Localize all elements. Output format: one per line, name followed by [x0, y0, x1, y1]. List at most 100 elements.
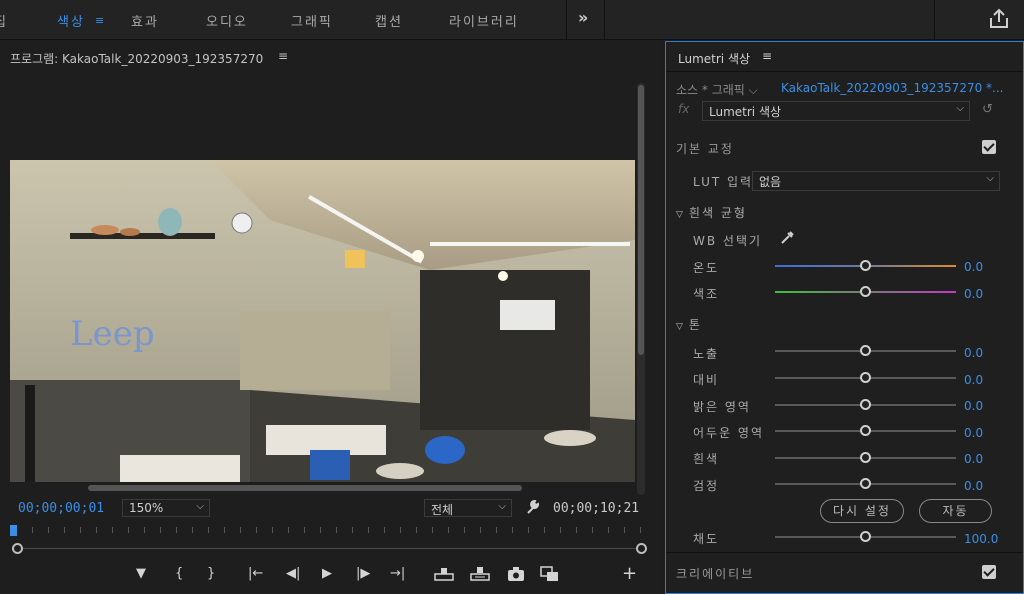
video-frame[interactable]: Leep — [10, 160, 635, 482]
creative-header[interactable]: 크리에이티브 — [676, 565, 754, 582]
whites-slider[interactable] — [775, 452, 956, 464]
tab-color[interactable]: 색상 — [57, 11, 85, 30]
chevron-down-icon: ⌵ — [498, 501, 506, 512]
source-label[interactable]: 소스 * 그래픽 ⌵ — [676, 81, 758, 98]
shadows-knob[interactable] — [860, 425, 871, 436]
mark-out-button[interactable]: } — [207, 565, 215, 583]
divider — [666, 71, 1023, 72]
tab-libraries[interactable]: 라이브러리 — [449, 11, 519, 30]
exposure-label: 노출 — [693, 347, 720, 361]
basic-correction-checkbox[interactable] — [982, 140, 996, 154]
chevron-down-icon: ⌵ — [986, 173, 994, 184]
shadows-slider[interactable] — [775, 425, 956, 437]
lift-icon[interactable] — [434, 565, 454, 583]
resolution-select[interactable]: 전체 ⌵ — [424, 499, 512, 517]
camera-icon[interactable] — [507, 565, 525, 583]
eyedropper-icon[interactable] — [779, 230, 795, 246]
tab-audio[interactable]: 오디오 — [206, 11, 248, 30]
divider — [934, 0, 935, 40]
step-back-button[interactable]: ◀| — [286, 565, 300, 583]
tab-captions[interactable]: 캡션 — [375, 11, 403, 30]
contrast-value[interactable]: 0.0 — [964, 373, 983, 387]
lut-label: LUT 입력 — [693, 175, 754, 189]
white-balance-header[interactable]: ▽ 흰색 균형 — [676, 204, 747, 221]
exposure-slider[interactable] — [775, 345, 956, 357]
tab-effects[interactable]: 효과 — [131, 11, 159, 30]
saturation-knob[interactable] — [860, 531, 871, 542]
program-menu-icon[interactable]: ≡ — [278, 49, 288, 63]
more-tabs-icon[interactable]: » — [578, 8, 588, 27]
blacks-label: 검정 — [693, 479, 720, 493]
highlights-knob[interactable] — [860, 399, 871, 410]
temperature-value[interactable]: 0.0 — [964, 260, 983, 274]
lumetri-menu-icon[interactable]: ≡ — [762, 49, 772, 63]
vertical-scrollbar-thumb[interactable] — [638, 85, 644, 355]
whites-label: 흰색 — [693, 452, 720, 466]
mark-in-button[interactable]: { — [175, 565, 183, 583]
vertical-scrollbar[interactable] — [637, 83, 645, 495]
playhead[interactable] — [10, 525, 17, 536]
reset-icon[interactable]: ↺ — [982, 102, 996, 117]
shadows-value[interactable]: 0.0 — [964, 426, 983, 440]
reset-button[interactable]: 다시 설정 — [820, 499, 904, 523]
blacks-knob[interactable] — [860, 478, 871, 489]
contrast-slider[interactable] — [775, 372, 956, 384]
program-monitor-title[interactable]: 프로그램: KakaoTalk_20220903_192357270 — [10, 50, 263, 67]
tint-slider[interactable] — [775, 286, 956, 298]
creative-checkbox[interactable] — [982, 565, 996, 579]
saturation-value[interactable]: 100.0 — [964, 532, 998, 546]
add-marker-button[interactable]: ▼ — [136, 565, 146, 583]
divider — [604, 0, 605, 40]
blacks-slider[interactable] — [775, 478, 956, 490]
current-timecode[interactable]: 00;00;00;01 — [18, 501, 104, 516]
temperature-slider[interactable] — [775, 260, 956, 272]
effect-select[interactable]: Lumetri 색상 ⌵ — [702, 101, 970, 121]
svg-text:Leep: Leep — [70, 314, 155, 354]
play-button[interactable]: ▶ — [322, 565, 332, 583]
exposure-knob[interactable] — [860, 345, 871, 356]
basic-correction-header[interactable]: 기본 교정 — [676, 140, 734, 157]
extract-icon[interactable] — [470, 565, 490, 583]
clip-name[interactable]: KakaoTalk_20220903_192357270 *... — [781, 81, 1003, 95]
source-label-text: 소스 * 그래픽 — [676, 83, 745, 97]
tint-knob[interactable] — [860, 286, 871, 297]
lut-value: 없음 — [759, 175, 782, 189]
step-forward-button[interactable]: |▶ — [356, 565, 370, 583]
tab-assembly[interactable]: 집 — [0, 11, 8, 30]
blacks-value[interactable]: 0.0 — [964, 479, 983, 493]
zoom-handle-right[interactable] — [636, 543, 647, 554]
highlights-label: 밝은 영역 — [693, 400, 751, 414]
tab-color-menu-icon[interactable]: ≡ — [95, 14, 104, 27]
wrench-icon[interactable] — [526, 499, 540, 515]
highlights-value[interactable]: 0.0 — [964, 399, 983, 413]
compare-view-icon[interactable] — [540, 565, 560, 583]
saturation-slider[interactable] — [775, 531, 956, 543]
auto-button[interactable]: 자동 — [919, 499, 992, 523]
temperature-label: 온도 — [693, 261, 720, 275]
time-ruler[interactable] — [10, 525, 650, 541]
tint-value[interactable]: 0.0 — [964, 287, 983, 301]
tab-graphics[interactable]: 그래픽 — [291, 11, 333, 30]
horizontal-scrollbar[interactable] — [88, 485, 522, 491]
go-to-in-button[interactable]: |← — [248, 565, 263, 583]
tone-header[interactable]: ▽ 톤 — [676, 316, 702, 333]
lumetri-color-panel: Lumetri 색상 ≡ 소스 * 그래픽 ⌵ KakaoTalk_202209… — [665, 41, 1024, 594]
contrast-label: 대비 — [693, 373, 720, 387]
lumetri-panel-title[interactable]: Lumetri 색상 — [678, 50, 750, 67]
exposure-value[interactable]: 0.0 — [964, 346, 983, 360]
zoom-select[interactable]: 150% ⌵ — [122, 499, 210, 517]
zoom-scroll-track[interactable] — [18, 548, 642, 549]
chevron-down-icon: ▽ — [676, 210, 683, 220]
temperature-knob[interactable] — [860, 260, 871, 271]
share-icon[interactable] — [988, 8, 1010, 30]
highlights-slider[interactable] — [775, 399, 956, 411]
whites-knob[interactable] — [860, 452, 871, 463]
zoom-handle-left[interactable] — [12, 543, 23, 554]
whites-value[interactable]: 0.0 — [964, 452, 983, 466]
chevron-down-icon: ⌵ — [748, 83, 758, 97]
contrast-knob[interactable] — [860, 372, 871, 383]
go-to-out-button[interactable]: →| — [390, 565, 405, 583]
fx-icon: fx — [678, 102, 690, 116]
add-button[interactable]: + — [622, 565, 637, 583]
lut-select[interactable]: 없음 ⌵ — [752, 171, 1000, 191]
